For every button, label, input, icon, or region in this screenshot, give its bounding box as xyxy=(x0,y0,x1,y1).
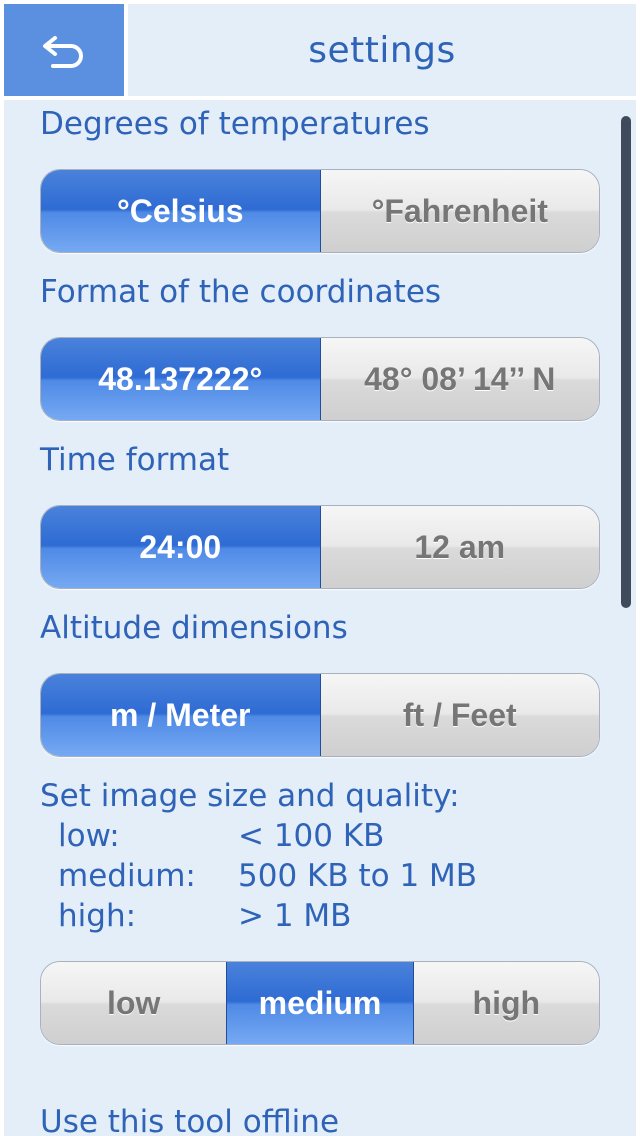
decimal-coordinates-option[interactable]: 48.137222° xyxy=(41,338,321,420)
celsius-option[interactable]: °Celsius xyxy=(41,170,321,252)
settings-content[interactable]: Degrees of temperatures °Celsius °Fahren… xyxy=(4,100,636,1136)
dms-coordinates-option[interactable]: 48° 08’ 14’’ N xyxy=(320,338,599,420)
quality-key: medium: xyxy=(58,858,196,894)
image-quality-note: Set image size and quality: low: < 100 K… xyxy=(40,776,477,936)
back-button[interactable] xyxy=(4,4,124,96)
coordinates-segmented-control: 48.137222° 48° 08’ 14’’ N xyxy=(40,337,600,421)
title-bar: settings xyxy=(128,4,636,96)
scrollbar[interactable] xyxy=(621,116,631,608)
altitude-segmented-control: m / Meter ft / Feet xyxy=(40,673,600,757)
quality-value: < 100 KB xyxy=(238,818,385,854)
fahrenheit-option[interactable]: °Fahrenheit xyxy=(320,170,599,252)
temperature-label: Degrees of temperatures xyxy=(40,106,430,142)
altitude-label: Altitude dimensions xyxy=(40,610,348,646)
time-format-label: Time format xyxy=(40,442,230,478)
quality-row-low: low: < 100 KB xyxy=(40,816,477,856)
quality-medium-option[interactable]: medium xyxy=(226,962,414,1044)
time-format-segmented-control: 24:00 12 am xyxy=(40,505,600,589)
page-title: settings xyxy=(308,29,456,71)
quality-high-option[interactable]: high xyxy=(413,962,599,1044)
quality-low-option[interactable]: low xyxy=(41,962,227,1044)
image-quality-segmented-control: low medium high xyxy=(40,961,600,1045)
quality-value: 500 KB to 1 MB xyxy=(238,858,478,894)
quality-value: > 1 MB xyxy=(238,898,352,934)
meter-option[interactable]: m / Meter xyxy=(41,674,321,756)
12h-option[interactable]: 12 am xyxy=(320,506,599,588)
settings-screen: settings Degrees of temperatures °Celsiu… xyxy=(0,0,640,1136)
quality-key: high: xyxy=(58,898,137,934)
quality-row-high: high: > 1 MB xyxy=(40,896,477,936)
temperature-segmented-control: °Celsius °Fahrenheit xyxy=(40,169,600,253)
feet-option[interactable]: ft / Feet xyxy=(320,674,599,756)
quality-key: low: xyxy=(58,818,120,854)
offline-label: Use this tool offline xyxy=(40,1104,340,1136)
24h-option[interactable]: 24:00 xyxy=(41,506,321,588)
coordinates-label: Format of the coordinates xyxy=(40,274,442,310)
quality-row-medium: medium: 500 KB to 1 MB xyxy=(40,856,477,896)
image-quality-label: Set image size and quality: xyxy=(40,778,460,814)
back-arrow-icon xyxy=(43,36,83,68)
